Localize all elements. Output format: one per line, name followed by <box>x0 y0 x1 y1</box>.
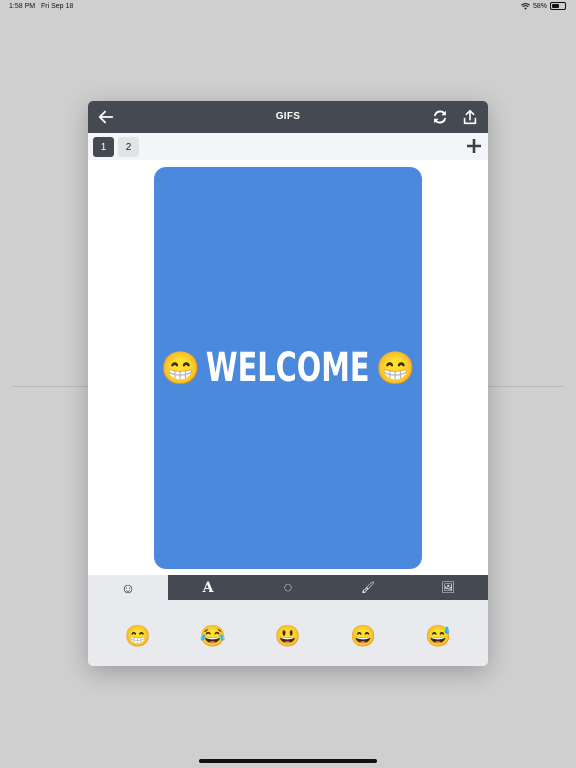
emoji-tray: 😁 😂 😃 😄 😅 <box>88 600 488 666</box>
emoji-grinning-squinting[interactable]: 😁 <box>125 620 151 647</box>
battery-percent: 58% <box>532 2 547 10</box>
tab-image[interactable]: 🖼 <box>408 575 488 600</box>
tab-text[interactable]: A <box>168 575 248 600</box>
page-tab-1[interactable]: 1 <box>93 137 114 157</box>
plus-icon[interactable] <box>467 139 481 153</box>
emoji-grinning-big-eyes[interactable]: 😃 <box>275 620 301 647</box>
canvas-area: 😁 WELCOME 😁 <box>88 160 488 575</box>
brush-icon: 🖌 <box>361 582 375 594</box>
dialog-header: GIFS <box>88 101 488 133</box>
status-right: 58% <box>521 2 566 10</box>
emoji-tears-of-joy[interactable]: 😂 <box>200 620 226 647</box>
welcome-card[interactable]: 😁 WELCOME 😁 <box>154 167 422 569</box>
image-icon: 🖼 <box>441 582 455 594</box>
refresh-icon[interactable] <box>431 108 449 126</box>
grinning-emoji-left: 😁 <box>160 350 201 386</box>
home-indicator[interactable] <box>199 759 377 763</box>
emoji-grinning-sweat[interactable]: 😅 <box>425 620 451 647</box>
status-bar: 1:58 PM Fri Sep 18 58% <box>0 0 576 14</box>
emoji-grinning-smiling-eyes[interactable]: 😄 <box>350 620 376 647</box>
gif-editor-dialog: GIFS 1 2 😁 WELCOME 😁 ☺ A ◌ 🖌 🖼 😁 😂 😃 😄 😅 <box>88 101 488 666</box>
page-strip: 1 2 <box>88 133 488 160</box>
grinning-emoji-right: 😁 <box>375 350 416 386</box>
text-icon: A <box>202 579 214 596</box>
battery-fill <box>552 4 559 8</box>
smiley-icon: ☺ <box>120 579 136 596</box>
status-time: 1:58 PM <box>9 3 36 10</box>
tool-tabs: ☺ A ◌ 🖌 🖼 <box>88 575 488 600</box>
tab-brush[interactable]: 🖌 <box>328 575 408 600</box>
dialog-title: GIFS <box>275 111 301 122</box>
card-content: 😁 WELCOME 😁 <box>160 345 415 391</box>
share-icon[interactable] <box>461 108 479 126</box>
circle-dashed-icon: ◌ <box>283 579 293 596</box>
battery-icon <box>550 2 566 10</box>
tab-shape[interactable]: ◌ <box>248 575 328 600</box>
wifi-icon <box>521 2 530 10</box>
tab-emoji[interactable]: ☺ <box>88 575 168 600</box>
page-tab-2[interactable]: 2 <box>118 137 139 157</box>
card-text: WELCOME <box>206 345 370 391</box>
status-date: Fri Sep 18 <box>41 3 74 10</box>
